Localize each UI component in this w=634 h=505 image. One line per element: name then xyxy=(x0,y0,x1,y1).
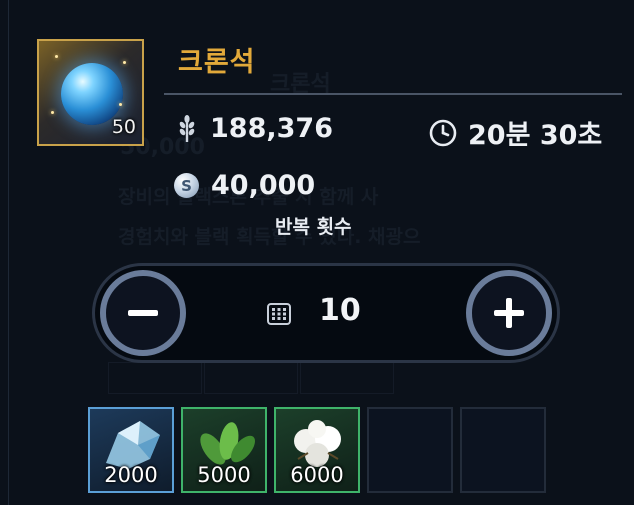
item-count: 50 xyxy=(111,116,136,138)
clock-icon xyxy=(429,119,457,146)
wheat-value: 188,376 xyxy=(210,113,333,144)
stat-silver: S 40,000 xyxy=(174,170,315,201)
minus-icon xyxy=(128,310,158,316)
background-box xyxy=(300,362,394,394)
sparkle xyxy=(51,111,54,114)
item-name: 크론석 xyxy=(178,47,256,78)
material-count: 6000 xyxy=(290,463,344,487)
material-count: 2000 xyxy=(104,463,158,487)
repeat-count-label: 반복 횟수 xyxy=(275,216,352,238)
material-slot-1[interactable]: 2000 xyxy=(88,407,174,493)
time-value: 20분 30초 xyxy=(468,120,603,151)
wheat-icon xyxy=(179,114,195,142)
stat-time: 20분 30초 xyxy=(428,113,602,152)
panel-edge xyxy=(8,0,9,505)
background-box xyxy=(108,362,202,394)
quantity-value[interactable]: 10 xyxy=(319,293,361,328)
background-ghost-text: 경험치와 블랙 획득할 수 있다. 채광으 xyxy=(118,226,421,248)
minus-button[interactable] xyxy=(100,270,186,356)
sparkle xyxy=(119,103,122,106)
material-slot-2[interactable]: 5000 xyxy=(181,407,267,493)
material-slot-4-empty[interactable] xyxy=(367,407,453,493)
material-slot-5-empty[interactable] xyxy=(460,407,546,493)
material-slot-3[interactable]: 6000 xyxy=(274,407,360,493)
quantity-stepper: 10 xyxy=(92,263,560,363)
stat-wheat: 188,376 xyxy=(174,113,333,144)
sparkle xyxy=(123,61,126,64)
keypad-icon xyxy=(267,303,291,325)
sparkle xyxy=(55,55,58,58)
silver-value: 40,000 xyxy=(211,170,316,201)
silver-coin-icon: S xyxy=(174,173,199,198)
plus-icon xyxy=(494,298,524,328)
title-divider xyxy=(164,93,622,95)
material-count: 5000 xyxy=(197,463,251,487)
item-icon-slot[interactable]: 50 xyxy=(37,39,144,146)
background-box xyxy=(204,362,298,394)
plus-button[interactable] xyxy=(466,270,552,356)
